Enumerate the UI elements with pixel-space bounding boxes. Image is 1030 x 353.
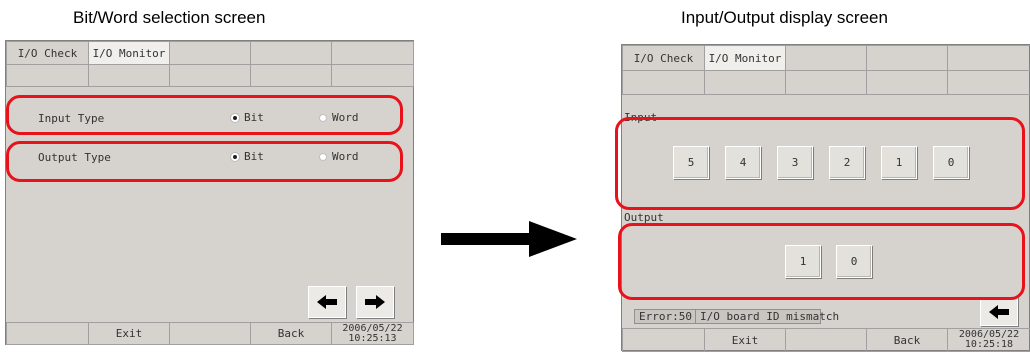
tab-io-monitor[interactable]: I/O Monitor <box>704 45 786 71</box>
tab-empty[interactable] <box>785 70 867 95</box>
tab-empty[interactable] <box>250 41 332 65</box>
time-text: 10:25:18 <box>964 339 1014 350</box>
exit-button[interactable]: Exit <box>704 328 786 352</box>
tab-empty[interactable] <box>88 64 170 87</box>
input-highlight <box>615 117 1025 210</box>
arrow-right-icon <box>441 221 577 257</box>
left-caption: Bit/Word selection screen <box>73 8 266 27</box>
tab-io-check[interactable]: I/O Check <box>6 41 89 65</box>
time-text: 10:25:13 <box>348 332 397 344</box>
error-message: I/O board ID mismatch <box>695 309 839 324</box>
back-button[interactable]: Back <box>250 322 332 345</box>
tab-empty[interactable] <box>250 64 332 87</box>
tab-empty[interactable] <box>622 70 705 95</box>
date-text: 2006/05/22 <box>342 322 403 334</box>
timestamp: 2006/05/22 10:25:18 <box>947 328 1030 352</box>
output-highlight <box>618 223 1025 300</box>
next-page-button[interactable] <box>356 286 394 318</box>
tab-empty[interactable] <box>331 64 414 87</box>
timestamp: 2006/05/22 10:25:13 <box>331 322 414 345</box>
error-code: Error:50 <box>634 309 696 324</box>
exit-button[interactable]: Exit <box>88 322 170 345</box>
bit-word-selection-screen: I/O Check I/O Monitor Input Type Bit Wor… <box>5 40 414 345</box>
prev-page-button[interactable] <box>308 286 346 318</box>
tab-empty[interactable] <box>331 41 414 65</box>
footer-empty <box>622 328 705 352</box>
tab-empty[interactable] <box>704 70 786 95</box>
back-button[interactable]: Back <box>866 328 948 352</box>
right-caption: Input/Output display screen <box>681 8 888 27</box>
output-type-highlight <box>6 141 403 182</box>
tab-io-check[interactable]: I/O Check <box>622 45 705 71</box>
arrow-left-icon <box>989 304 1009 319</box>
arrow-right-icon <box>365 295 385 309</box>
tab-empty[interactable] <box>947 70 1030 95</box>
tab-empty[interactable] <box>866 45 948 71</box>
footer-empty <box>6 322 89 345</box>
tab-empty[interactable] <box>6 64 89 87</box>
tab-empty[interactable] <box>947 45 1030 71</box>
tab-empty[interactable] <box>785 45 867 71</box>
footer-empty <box>169 322 251 345</box>
tab-io-monitor[interactable]: I/O Monitor <box>88 41 170 65</box>
footer-empty <box>785 328 867 352</box>
input-type-highlight <box>6 95 403 135</box>
arrow-left-icon <box>317 295 337 309</box>
prev-page-button[interactable] <box>980 297 1018 326</box>
tab-empty[interactable] <box>866 70 948 95</box>
tab-empty[interactable] <box>169 64 251 87</box>
tab-empty[interactable] <box>169 41 251 65</box>
